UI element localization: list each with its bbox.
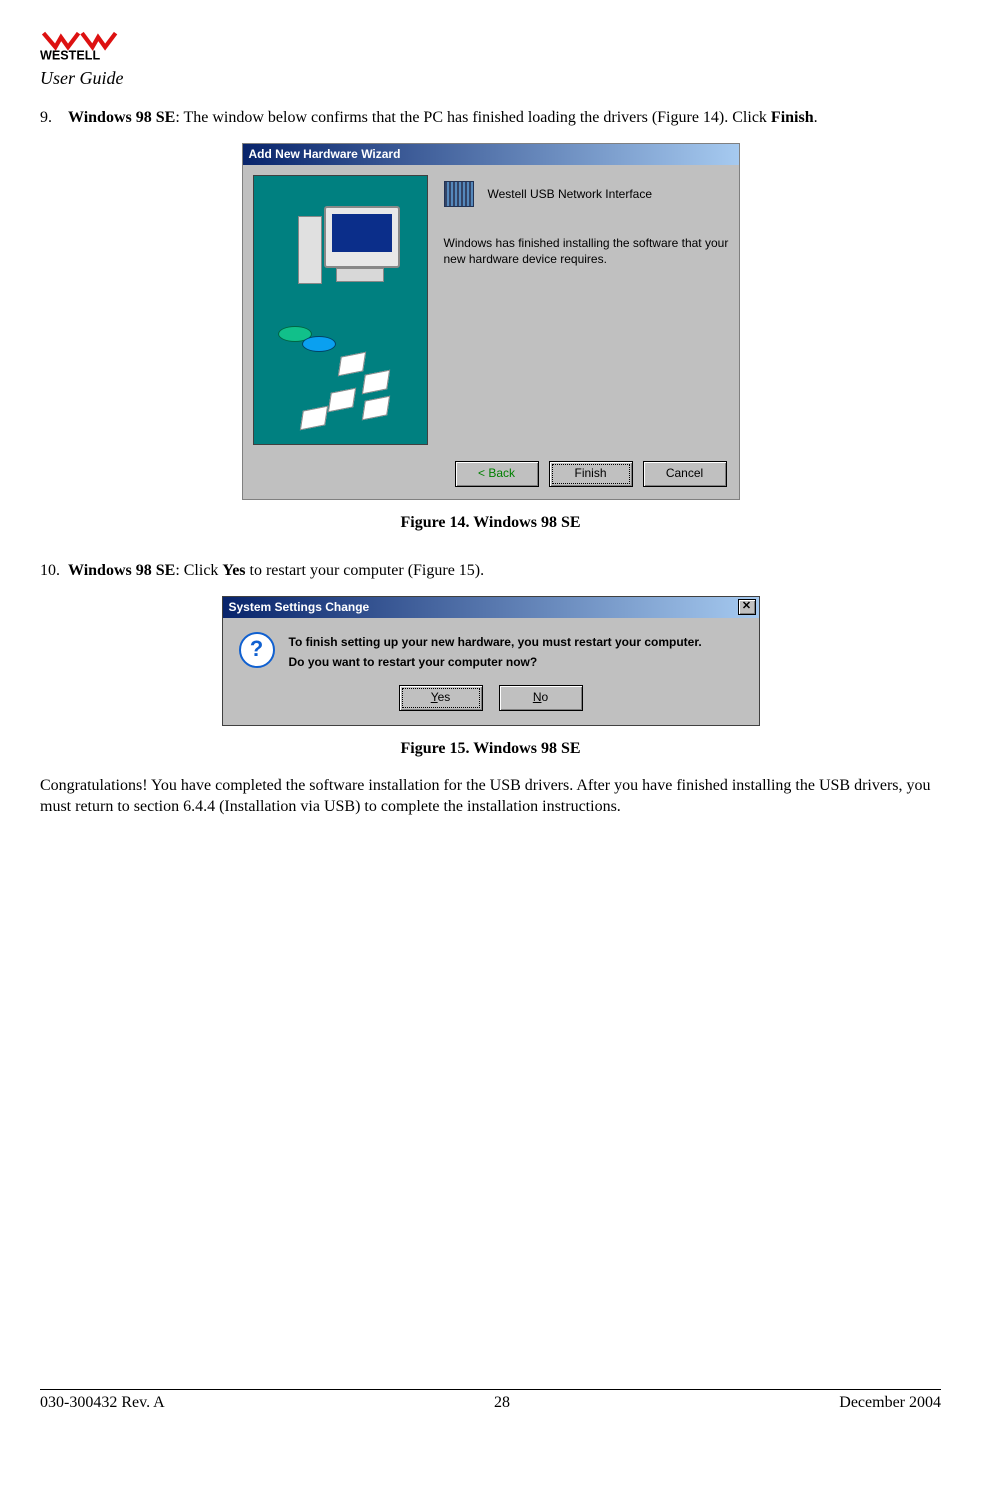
- footer-date: December 2004: [839, 1394, 941, 1412]
- doc-subtitle: User Guide: [40, 68, 941, 89]
- step-9-period: .: [814, 109, 818, 126]
- document-icon: [299, 406, 327, 431]
- restart-prompt-text: To finish setting up your new hardware, …: [289, 632, 702, 673]
- step-9-mid: : The window below confirms that the PC …: [175, 109, 771, 126]
- cancel-button[interactable]: Cancel: [643, 461, 727, 487]
- yes-button[interactable]: Yes: [399, 685, 483, 711]
- step-number: 9.: [40, 109, 68, 127]
- footer-docnum: 030-300432 Rev. A: [40, 1394, 165, 1412]
- westell-logo: WESTELL: [40, 20, 941, 70]
- step-10-lead: Windows 98 SE: [68, 562, 175, 579]
- step-10-yes: Yes: [222, 562, 245, 579]
- no-label-rest: o: [541, 690, 548, 704]
- network-interface-icon: [444, 181, 474, 207]
- disc-icon: [302, 336, 336, 352]
- step-9: 9. Windows 98 SE: The window below confi…: [40, 109, 941, 127]
- step-10-tail: to restart your computer (Figure 15).: [246, 562, 485, 579]
- step-10-mid: : Click: [175, 562, 222, 579]
- system-settings-change-dialog: System Settings Change ✕ To finish setti…: [222, 596, 760, 726]
- device-label: Westell USB Network Interface: [488, 187, 653, 201]
- tower-icon: [298, 216, 322, 284]
- step-10-text: Windows 98 SE: Click Yes to restart your…: [68, 562, 941, 580]
- dialog2-titlebar: System Settings Change ✕: [223, 597, 759, 618]
- document-icon: [337, 352, 365, 377]
- figure-15-caption: Figure 15. Windows 98 SE: [40, 740, 941, 758]
- page-header: WESTELL User Guide: [40, 20, 941, 89]
- footer-pagenum: 28: [494, 1394, 510, 1412]
- add-hardware-wizard-dialog: Add New Hardware Wizard: [242, 143, 740, 500]
- yes-label-rest: es: [438, 690, 451, 704]
- dialog2-title: System Settings Change: [229, 600, 370, 614]
- document-icon: [361, 370, 389, 395]
- monitor-icon: [324, 206, 400, 268]
- wizard-side-graphic: [253, 175, 428, 445]
- restart-line-1: To finish setting up your new hardware, …: [289, 632, 702, 652]
- dialog1-title: Add New Hardware Wizard: [249, 147, 401, 161]
- finish-button[interactable]: Finish: [549, 461, 633, 487]
- no-button[interactable]: No: [499, 685, 583, 711]
- step-number: 10.: [40, 562, 68, 580]
- document-icon: [361, 396, 389, 421]
- step-9-lead: Windows 98 SE: [68, 109, 175, 126]
- dialog1-titlebar: Add New Hardware Wizard: [243, 144, 739, 165]
- document-icon: [327, 388, 355, 413]
- step-10: 10. Windows 98 SE: Click Yes to restart …: [40, 562, 941, 580]
- back-button[interactable]: < Back: [455, 461, 539, 487]
- question-mark-icon: [239, 632, 275, 668]
- logo-text: WESTELL: [40, 49, 100, 63]
- dialog1-button-row: < Back Finish Cancel: [243, 455, 739, 499]
- step-9-text: Windows 98 SE: The window below confirms…: [68, 109, 941, 127]
- install-complete-message: Windows has finished installing the soft…: [444, 235, 729, 267]
- monitor-base-icon: [336, 268, 384, 282]
- figure-14-caption: Figure 14. Windows 98 SE: [40, 514, 941, 532]
- page-footer: 030-300432 Rev. A 28 December 2004: [40, 1389, 941, 1412]
- close-button[interactable]: ✕: [738, 599, 756, 615]
- yes-mnemonic: Y: [431, 690, 438, 704]
- restart-line-2: Do you want to restart your computer now…: [289, 652, 702, 672]
- congratulations-paragraph: Congratulations! You have completed the …: [40, 776, 941, 818]
- step-9-finish: Finish: [771, 109, 814, 126]
